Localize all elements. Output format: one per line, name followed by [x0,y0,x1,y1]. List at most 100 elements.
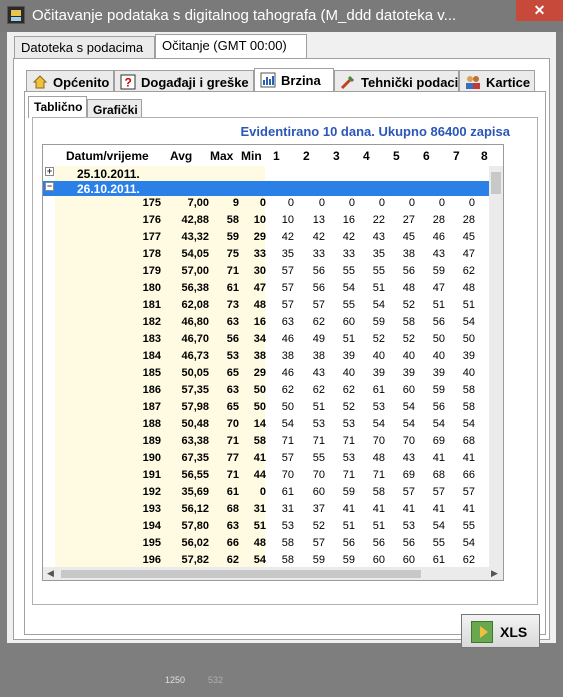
table-row[interactable]: 177 43,32 59 29 42 42 42 43 45 46 45 [43,230,489,245]
table-row[interactable]: 189 63,38 71 58 71 71 71 70 70 69 68 [43,434,489,449]
table-row[interactable]: 188 50,48 70 14 54 53 53 54 54 54 54 [43,417,489,432]
cell-time: 194 [142,520,161,532]
tab-graficki[interactable]: Grafički [87,99,142,119]
cell-v5: 48 [402,282,415,294]
table-row[interactable]: 186 57,35 63 50 62 62 62 61 60 59 58 [43,383,489,398]
cell-v1: 10 [281,214,294,226]
table-row[interactable]: 182 46,80 63 16 63 62 60 59 58 56 54 [43,315,489,330]
tab-kartice[interactable]: Kartice [459,70,535,92]
cell-v7: 50 [462,333,475,345]
tab-ocitanje[interactable]: Očitanje (GMT 00:00) [155,34,307,58]
close-button[interactable]: ✕ [516,0,563,21]
cell-v6: 54 [432,418,445,430]
cell-v6: 54 [432,520,445,532]
cell-v3: 16 [342,214,355,226]
col-8[interactable]: 8 [481,149,488,163]
cell-v7: 58 [462,401,475,413]
cell-min: 38 [253,350,266,362]
table-row[interactable]: 181 62,08 73 48 57 57 55 54 52 51 51 [43,298,489,313]
col-avg[interactable]: Avg [170,149,192,163]
table-row[interactable]: 183 46,70 56 34 46 49 51 52 52 50 50 [43,332,489,347]
cell-v2: 37 [312,503,325,515]
cell-v5: 69 [402,469,415,481]
col-datum[interactable]: Datum/vrijeme [66,149,149,163]
cell-v6: 61 [432,554,445,566]
brzina-panel: Tablično Grafički Evidentirano 10 dana. … [24,91,546,635]
cell-min: 54 [253,554,266,566]
table-row[interactable]: 178 54,05 75 33 35 33 33 35 38 43 47 [43,247,489,262]
horizontal-scrollbar[interactable]: ◀ ▶ [43,567,503,580]
table-row[interactable]: 180 56,38 61 47 57 56 54 51 48 47 48 [43,281,489,296]
table-row[interactable]: 184 46,73 53 38 38 38 39 40 40 40 39 [43,349,489,364]
cell-max: 63 [226,316,239,328]
table-row[interactable]: 193 56,12 68 31 31 37 41 41 41 41 41 [43,502,489,517]
tab-dogadaji[interactable]: ? Događaji i greške [114,70,254,92]
export-icon [471,621,493,643]
cell-v5: 56 [402,265,415,277]
cell-v2: 53 [312,418,325,430]
cell-max: 70 [226,418,239,430]
col-4[interactable]: 4 [363,149,370,163]
expand-icon[interactable]: + [45,167,54,176]
cell-v6: 28 [432,214,445,226]
table-row[interactable]: 190 67,35 77 41 57 55 53 48 43 41 41 [43,451,489,466]
cell-v1: 53 [281,520,294,532]
col-3[interactable]: 3 [333,149,340,163]
date-row-26-10[interactable]: − 26.10.2011. [43,181,489,196]
cell-v4: 55 [372,265,385,277]
col-5[interactable]: 5 [393,149,400,163]
cell-v4: 60 [372,554,385,566]
export-xls-button[interactable]: XLS [461,614,540,648]
table-row[interactable]: 192 35,69 61 0 61 60 59 58 57 57 57 [43,485,489,500]
cell-min: 34 [253,333,266,345]
cell-v7: 28 [462,214,475,226]
date-row-25-10[interactable]: + 25.10.2011. [43,166,489,181]
grid-header: Datum/vrijeme Avg Max Min 1 2 3 4 5 6 7 … [43,145,503,166]
tablicno-panel: Evidentirano 10 dana. Ukupno 86400 zapis… [32,117,538,605]
col-max[interactable]: Max [210,149,233,163]
tab-tablicno[interactable]: Tablično [28,96,87,118]
scroll-right-icon[interactable]: ▶ [491,568,498,579]
cell-v6: 56 [432,316,445,328]
vertical-scroll-thumb[interactable] [491,172,501,194]
table-row[interactable]: 185 50,05 65 29 46 43 40 39 39 39 40 [43,366,489,381]
cell-v4: 61 [372,384,385,396]
col-2[interactable]: 2 [303,149,310,163]
cell-v4: 56 [372,537,385,549]
table-row[interactable]: 191 56,55 71 44 70 70 71 71 69 68 66 [43,468,489,483]
cell-max: 71 [226,435,239,447]
table-row[interactable]: 176 42,88 58 10 10 13 16 22 27 28 28 [43,213,489,228]
cell-v7: 45 [462,231,475,243]
cell-max: 61 [226,282,239,294]
speed-data-grid[interactable]: Datum/vrijeme Avg Max Min 1 2 3 4 5 6 7 … [42,144,504,581]
table-row[interactable]: 196 57,82 62 54 58 59 59 60 60 61 62 [43,553,489,567]
scroll-left-icon[interactable]: ◀ [47,568,54,579]
cell-time: 177 [142,231,161,243]
tab-opcenito[interactable]: Općenito [26,70,114,92]
tab-datoteka[interactable]: Datoteka s podacima [14,36,155,58]
vertical-scrollbar[interactable] [489,166,503,567]
collapse-icon[interactable]: − [45,182,54,191]
cell-v2: 57 [312,537,325,549]
cell-avg: 56,55 [181,469,209,481]
table-row[interactable]: 187 57,98 65 50 50 51 52 53 54 56 58 [43,400,489,415]
cell-v1: 57 [281,299,294,311]
cell-min: 16 [253,316,266,328]
horizontal-scroll-thumb[interactable] [61,570,421,578]
cell-time: 188 [142,418,161,430]
table-row[interactable]: 195 56,02 66 48 58 57 56 56 56 55 54 [43,536,489,551]
col-7[interactable]: 7 [453,149,460,163]
col-1[interactable]: 1 [273,149,280,163]
tab-brzina[interactable]: Brzina [254,68,334,92]
col-6[interactable]: 6 [423,149,430,163]
col-min[interactable]: Min [241,149,262,163]
tab-tehnicki[interactable]: Tehnički podaci [334,70,459,92]
cell-v3: 56 [342,537,355,549]
table-row[interactable]: 175 7,00 9 0 0 0 0 0 0 0 0 [43,196,489,211]
cell-v3: 41 [342,503,355,515]
cell-v4: 51 [372,520,385,532]
table-row[interactable]: 179 57,00 71 30 57 56 55 55 56 59 62 [43,264,489,279]
cell-v3: 0 [348,197,355,209]
cell-v6: 68 [432,469,445,481]
table-row[interactable]: 194 57,80 63 51 53 52 51 51 53 54 55 [43,519,489,534]
